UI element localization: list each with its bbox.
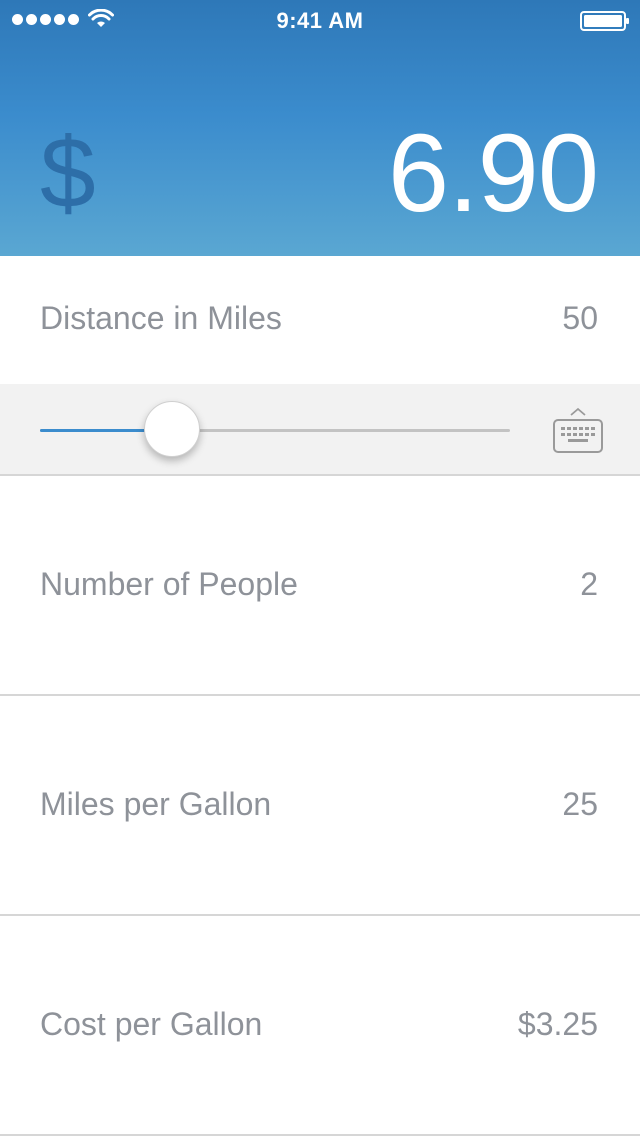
battery-icon <box>580 11 629 31</box>
distance-row[interactable]: Distance in Miles 50 <box>0 256 640 384</box>
distance-slider-panel <box>0 384 640 476</box>
currency-symbol: $ <box>40 117 96 229</box>
cost-per-person-total: 6.90 <box>387 112 599 235</box>
slider-thumb[interactable] <box>143 401 200 457</box>
status-bar: 9:41 AM <box>0 0 640 40</box>
header: 9:41 AM $ 6.90 <box>0 0 640 256</box>
keyboard-icon[interactable] <box>552 406 604 454</box>
mpg-value: 25 <box>562 786 598 822</box>
people-value: 2 <box>580 566 598 602</box>
number-of-people-row[interactable]: Number of People 2 <box>0 476 640 696</box>
people-label: Number of People <box>40 566 298 602</box>
cost-label: Cost per Gallon <box>40 1006 263 1042</box>
status-time: 9:41 AM <box>276 8 364 33</box>
miles-per-gallon-row[interactable]: Miles per Gallon 25 <box>0 696 640 916</box>
cost-value: $3.25 <box>517 1006 598 1042</box>
mpg-label: Miles per Gallon <box>40 786 272 822</box>
distance-label: Distance in Miles <box>40 300 282 336</box>
distance-value: 50 <box>562 300 598 336</box>
cost-per-gallon-row[interactable]: Cost per Gallon $3.25 <box>0 916 640 1136</box>
